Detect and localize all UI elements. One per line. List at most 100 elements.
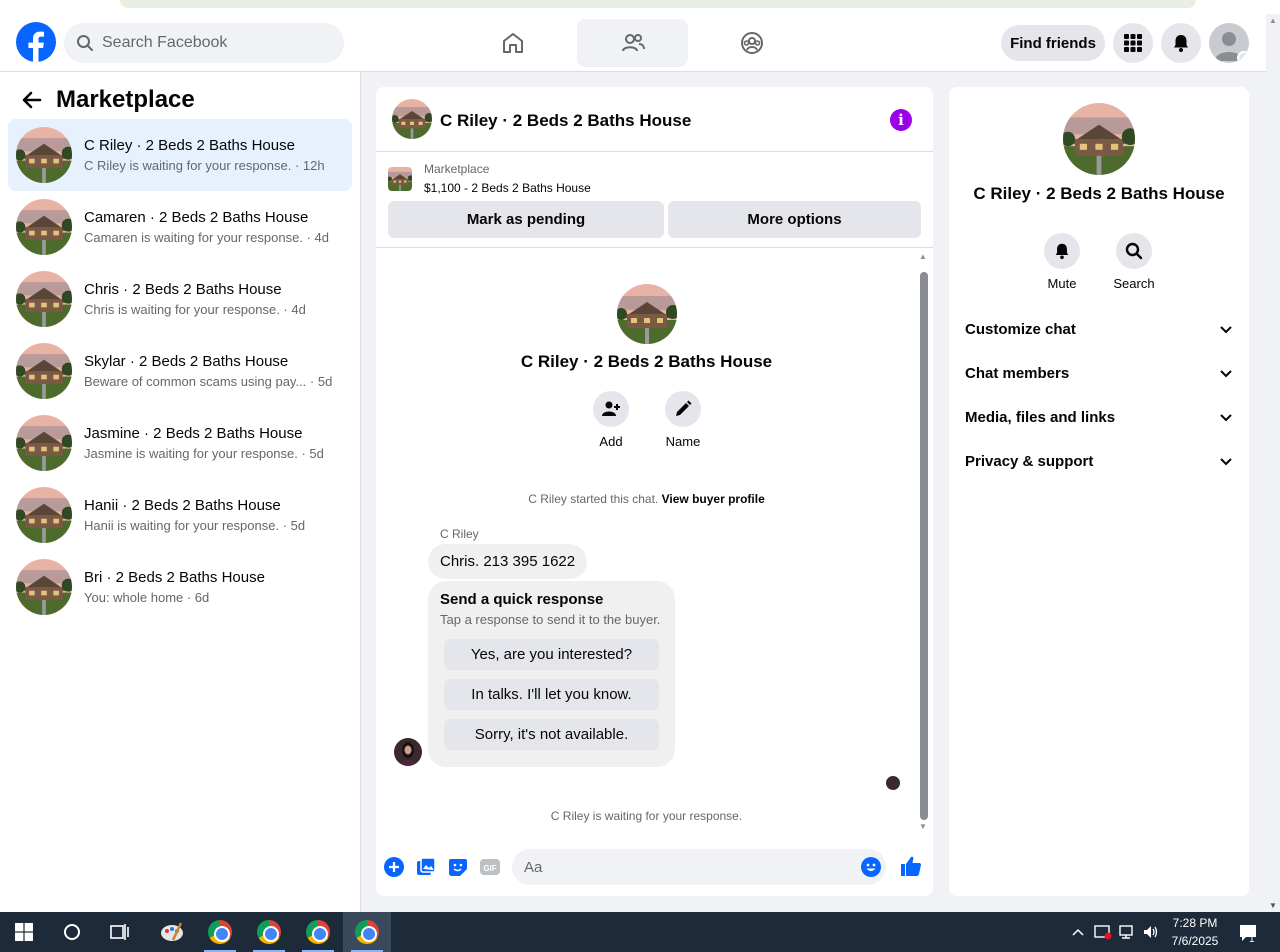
paint-app-icon [161,922,183,941]
search-input[interactable] [102,34,322,52]
gif-icon[interactable]: GIF [480,857,500,877]
mute-button[interactable]: Mute [1037,233,1087,291]
conversation-thumbnail [617,284,677,344]
nav-tab-groups[interactable] [696,19,807,67]
info-panel-title: C Riley · 2 Beds 2 Baths House [973,184,1225,203]
chevron-down-icon [1220,370,1232,378]
conversation-item[interactable]: Jasmine · 2 Beds 2 Baths House Jasmine is… [8,407,352,479]
conversation-item[interactable]: Hanii · 2 Beds 2 Baths House Hanii is wai… [8,479,352,551]
add-label: Add [599,434,623,449]
taskbar-app-chrome[interactable] [196,912,244,952]
clock-date[interactable]: 7/6/2025 [1166,934,1224,948]
waiting-note: C Riley is waiting for your response. [550,809,743,823]
conversation-thumbnail [16,415,72,471]
message-input-box[interactable] [512,849,886,885]
menu-button[interactable] [1113,23,1153,63]
find-friends-button[interactable]: Find friends [1001,25,1105,61]
quick-response-button[interactable]: Yes, are you interested? [444,639,659,670]
start-button[interactable] [0,912,48,952]
conversation-title: Chris · 2 Beds 2 Baths House [84,281,282,298]
quick-response-subtitle: Tap a response to send it to the buyer. [440,612,661,627]
task-view-icon [110,924,129,940]
quick-response-title: Send a quick response [440,591,604,608]
chat-title[interactable]: C Riley · 2 Beds 2 Baths House [440,111,691,131]
conversation-item[interactable]: Chris · 2 Beds 2 Baths House Chris is wai… [8,263,352,335]
conversation-item[interactable]: Camaren · 2 Beds 2 Baths House Camaren is… [8,191,352,263]
friends-icon [621,34,645,52]
privacy-support-section[interactable]: Privacy & support [965,447,1233,475]
emoji-icon[interactable] [861,857,881,877]
groups-icon [740,32,763,54]
network-icon[interactable] [1118,924,1136,940]
page-scrollbar[interactable]: ▲ ▼ [1266,14,1280,912]
browser-address-edge [120,0,1196,8]
back-arrow-icon[interactable] [20,88,44,112]
mark-as-pending-button[interactable]: Mark as pending [388,201,664,238]
customize-chat-section[interactable]: Customize chat [965,315,1233,343]
conversation-item[interactable]: Skylar · 2 Beds 2 Baths House Beware of c… [8,335,352,407]
chrome-icon [306,920,330,944]
search-icon [1125,242,1143,260]
scrollbar-thumb[interactable] [920,272,928,820]
pencil-icon [676,400,692,416]
thumbs-up-icon[interactable] [900,855,922,877]
search-in-chat-button[interactable]: Search [1109,233,1159,291]
info-icon[interactable]: i [890,109,912,131]
taskbar-app-chrome-profile[interactable] [294,912,342,952]
grid-menu-icon [1124,34,1142,52]
quick-response-button[interactable]: Sorry, it's not available. [444,719,659,750]
conversation-preview: C Riley is waiting for your response. · … [84,158,325,173]
conversation-preview: Beware of common scams using pay... · 5d [84,374,333,389]
cortana-search-button[interactable] [48,912,96,952]
task-view-button[interactable] [96,912,144,952]
search-label: Search [1113,276,1155,291]
name-label: Name [665,434,701,449]
search-facebook-box[interactable] [64,23,344,63]
clock-time[interactable]: 7:28 PM [1166,916,1224,930]
chevron-down-icon [1220,414,1232,422]
facebook-logo-icon[interactable] [16,22,56,62]
listing-summary[interactable]: Marketplace $1,100 - 2 Beds 2 Baths Hous… [388,162,591,195]
more-options-button[interactable]: More options [668,201,921,238]
message-input[interactable] [524,858,844,876]
photo-icon[interactable] [416,857,436,877]
scroll-down-icon[interactable]: ▼ [919,822,927,831]
add-people-button[interactable]: Add [591,391,631,449]
listing-thumbnail[interactable] [392,99,432,139]
taskbar-app-chrome-active[interactable] [343,912,391,952]
conversation-preview: Camaren is waiting for your response. · … [84,230,329,245]
scroll-down-icon[interactable]: ▼ [1269,901,1277,910]
taskbar-app-chrome-profile[interactable] [245,912,293,952]
conversation-title: Skylar · 2 Beds 2 Baths House [84,353,289,370]
chrome-icon [355,920,379,944]
sticker-icon[interactable] [448,857,468,877]
page-title: Marketplace [56,86,195,113]
media-files-links-section[interactable]: Media, files and links [965,403,1233,431]
listing-profile-picture[interactable] [1063,103,1135,175]
edit-name-button[interactable]: Name [663,391,703,449]
message-bubble[interactable]: Chris. 213 395 1622 [428,544,588,579]
view-buyer-profile-link[interactable]: View buyer profile [662,492,765,506]
chevron-up-icon[interactable] [1071,926,1085,938]
defender-tray-icon[interactable] [1094,924,1112,940]
listing-source: Marketplace [424,162,490,176]
notifications-button[interactable] [1161,23,1201,63]
chat-scrollbar[interactable]: ▲ ▼ [917,252,929,832]
quick-response-button[interactable]: In talks. I'll let you know. [444,679,659,710]
taskbar-app-paint[interactable] [148,912,196,952]
plus-circle-icon[interactable] [384,857,404,877]
scroll-up-icon[interactable]: ▲ [919,252,927,261]
conversation-item[interactable]: Bri · 2 Beds 2 Baths House You: whole hom… [8,551,352,623]
account-avatar[interactable] [1209,23,1249,63]
nav-tab-friends[interactable] [577,19,688,67]
nav-tab-home[interactable] [457,19,568,67]
conversation-item[interactable]: C Riley · 2 Beds 2 Baths House C Riley is… [8,119,352,191]
notification-count-badge: 1 [1249,934,1255,945]
browser-top-strip [0,0,1280,14]
chat-members-section[interactable]: Chat members [965,359,1233,387]
buyer-avatar[interactable] [394,738,422,766]
listing-small-thumbnail [388,166,412,191]
chevron-down-icon [1220,458,1232,466]
volume-icon[interactable] [1142,924,1160,940]
scroll-up-icon[interactable]: ▲ [1269,16,1277,25]
